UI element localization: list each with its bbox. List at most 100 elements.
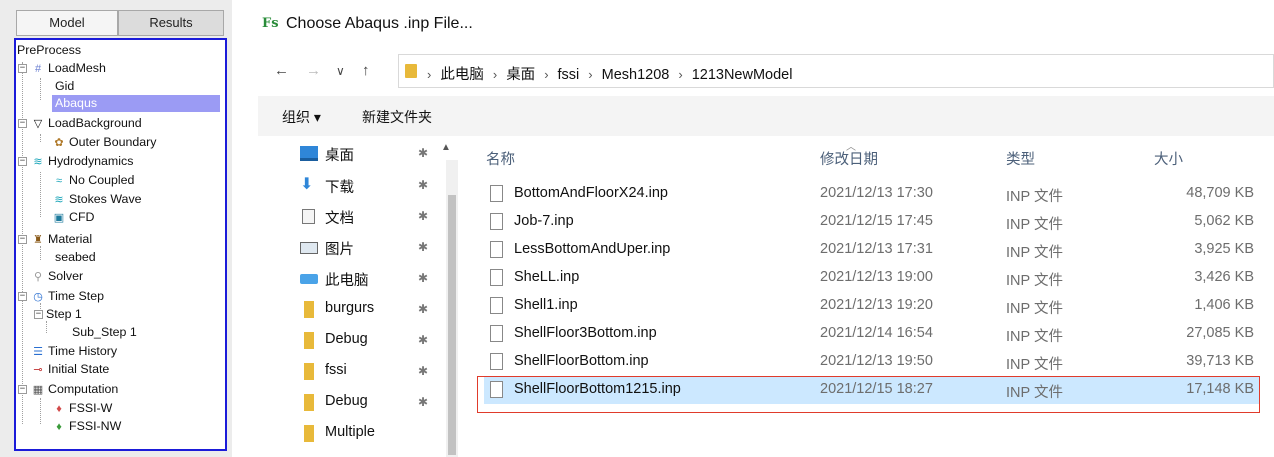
pin-icon[interactable]: ✱ [418, 178, 428, 192]
navigation-pane: 桌面 ⬇ 下载 文档 图片 此电脑 burgurs Debug fssi Deb… [258, 136, 464, 457]
collapse-toggle[interactable]: − [18, 64, 27, 73]
tree-item-loadbackground[interactable]: ▽ LoadBackground [31, 115, 142, 132]
collapse-toggle[interactable]: − [18, 119, 27, 128]
tree-item-solver[interactable]: ⚲ Solver [31, 268, 83, 285]
file-icon [490, 325, 503, 342]
folder-icon [304, 301, 314, 318]
file-row[interactable]: Shell1.inp 2021/12/13 19:20 INP 文件 1,406… [484, 292, 1260, 320]
file-row[interactable]: BottomAndFloorX24.inp 2021/12/13 17:30 I… [484, 180, 1260, 208]
pin-icon[interactable]: ✱ [418, 333, 428, 347]
collapse-toggle[interactable]: − [18, 292, 27, 301]
tree-item-time-history[interactable]: ☰ Time History [31, 343, 117, 360]
tree-item-stokes-wave[interactable]: ≋ Stokes Wave [52, 191, 141, 208]
folder-icon [304, 425, 314, 442]
folder-icon [304, 394, 314, 411]
fssi-nw-icon: ♦ [56, 421, 62, 433]
tree-item-cfd[interactable]: ▣ CFD [52, 209, 95, 226]
tree-item-loadmesh[interactable]: # LoadMesh [31, 60, 106, 77]
tree-item-time-step[interactable]: ◷ Time Step [31, 288, 104, 305]
tree-item-computation[interactable]: ▦ Computation [31, 381, 118, 398]
back-arrow-icon[interactable]: ← [274, 62, 289, 79]
mesh-grid-icon: # [34, 63, 42, 75]
tree-item-outer-boundary[interactable]: ✿ Outer Boundary [52, 134, 156, 151]
tree-item-preprocess[interactable]: PreProcess [17, 42, 81, 59]
fssi-logo-icon: Fs [262, 16, 279, 31]
breadcrumb: › 此电脑 › 桌面 › fssi › Mesh1208 › 1213NewModel [427, 63, 792, 84]
pin-icon[interactable]: ✱ [418, 146, 428, 160]
recent-locations-chevron-icon[interactable]: ∨ [336, 64, 345, 78]
tab-model[interactable]: Model [16, 10, 118, 36]
navigation-bar: ← → ∨ ↑ › 此电脑 › 桌面 › fssi › Mesh1208 › 1213NewMod… [258, 52, 1274, 90]
pin-icon[interactable]: ✱ [418, 271, 428, 285]
tree-item-step-1[interactable]: Step 1 [46, 306, 82, 323]
document-icon [302, 209, 315, 224]
tree-item-fssi-nw[interactable]: ♦ FSSI-NW [52, 418, 121, 435]
column-header-size[interactable]: 大小 [1154, 148, 1183, 169]
command-bar: 组织 ▾ 新建文件夹 [258, 96, 1274, 136]
collapse-toggle[interactable]: − [18, 235, 27, 244]
time-history-icon: ☰ [33, 346, 43, 358]
organize-button[interactable]: 组织 ▾ [282, 107, 321, 127]
breadcrumb-item[interactable]: 1213NewModel [692, 67, 793, 83]
file-row[interactable]: ShellFloorBottom.inp 2021/12/13 19:50 IN… [484, 348, 1260, 376]
fssi-w-icon: ♦ [56, 403, 62, 415]
tree-item-hydrodynamics[interactable]: ≋ Hydrodynamics [31, 153, 133, 170]
scroll-up-icon[interactable]: ▲ [441, 142, 451, 153]
stokes-wave-icon: ≋ [54, 194, 64, 206]
shape-outline-icon: ▽ [33, 118, 43, 130]
wave-uncoupled-icon: ≈ [55, 175, 63, 187]
breadcrumb-item[interactable]: Mesh1208 [602, 67, 670, 83]
tab-results[interactable]: Results [118, 10, 224, 36]
folder-icon [304, 332, 314, 349]
up-arrow-icon[interactable]: ↑ [362, 62, 370, 79]
pin-icon[interactable]: ✱ [418, 395, 428, 409]
address-bar[interactable]: › 此电脑 › 桌面 › fssi › Mesh1208 › 1213NewModel [398, 54, 1274, 88]
initial-state-icon: ⊸ [33, 364, 43, 376]
pin-icon[interactable]: ✱ [418, 364, 428, 378]
folder-icon [405, 64, 417, 78]
pin-icon[interactable]: ✱ [418, 302, 428, 316]
clock-icon: ◷ [33, 291, 43, 303]
column-header-date[interactable]: 修改日期 [820, 148, 878, 169]
folder-icon [304, 363, 314, 380]
collapse-toggle[interactable]: − [18, 385, 27, 394]
material-icon: ♜ [33, 234, 43, 246]
file-row[interactable]: Job-7.inp 2021/12/15 17:45 INP 文件 5,062 … [484, 208, 1260, 236]
pin-icon[interactable]: ✱ [418, 240, 428, 254]
pin-icon[interactable]: ✱ [418, 209, 428, 223]
tree-item-sub-step-1[interactable]: Sub_Step 1 [72, 324, 137, 341]
file-row[interactable]: ShellFloor3Bottom.inp 2021/12/14 16:54 I… [484, 320, 1260, 348]
panel-tabs: Model Results [14, 10, 224, 36]
file-row[interactable]: LessBottomAndUper.inp 2021/12/13 17:31 I… [484, 236, 1260, 264]
tree-item-gid[interactable]: Gid [55, 78, 74, 95]
computation-icon: ▦ [32, 384, 44, 396]
tree-item-fssi-w[interactable]: ♦ FSSI-W [52, 400, 112, 417]
file-row[interactable]: SheLL.inp 2021/12/13 19:00 INP 文件 3,426 … [484, 264, 1260, 292]
tree-item-abaqus[interactable]: Abaqus [52, 95, 220, 112]
new-folder-button[interactable]: 新建文件夹 [362, 107, 432, 127]
column-header-type[interactable]: 类型 [1006, 148, 1035, 169]
cfd-icon: ▣ [53, 212, 65, 224]
breadcrumb-item[interactable]: fssi [558, 67, 580, 83]
solver-icon: ⚲ [33, 271, 43, 283]
computer-icon [300, 274, 318, 284]
forward-arrow-icon[interactable]: → [306, 62, 321, 79]
tree-item-no-coupled[interactable]: ≈ No Coupled [52, 172, 134, 189]
breadcrumb-separator: › [588, 67, 593, 82]
tree-item-initial-state[interactable]: ⊸ Initial State [31, 361, 109, 378]
collapse-toggle[interactable]: − [18, 157, 27, 166]
picture-icon [300, 242, 318, 254]
breadcrumb-item[interactable]: 桌面 [506, 63, 535, 84]
waves-icon: ≋ [33, 156, 43, 168]
scrollbar-thumb[interactable] [448, 195, 456, 455]
file-icon [490, 297, 503, 314]
file-icon [490, 213, 503, 230]
collapse-toggle[interactable]: − [34, 310, 43, 319]
model-tree: PreProcess − # LoadMesh Gid Abaqus − ▽ Loa… [14, 38, 227, 451]
column-header-name[interactable]: 名称 [486, 148, 515, 169]
breadcrumb-separator: › [427, 67, 432, 82]
tree-item-seabed[interactable]: seabed [55, 249, 96, 266]
breadcrumb-item[interactable]: 此电脑 [440, 63, 484, 84]
tree-item-material[interactable]: ♜ Material [31, 231, 92, 248]
dialog-titlebar: Fs Choose Abaqus .inp File... [258, 0, 1274, 48]
